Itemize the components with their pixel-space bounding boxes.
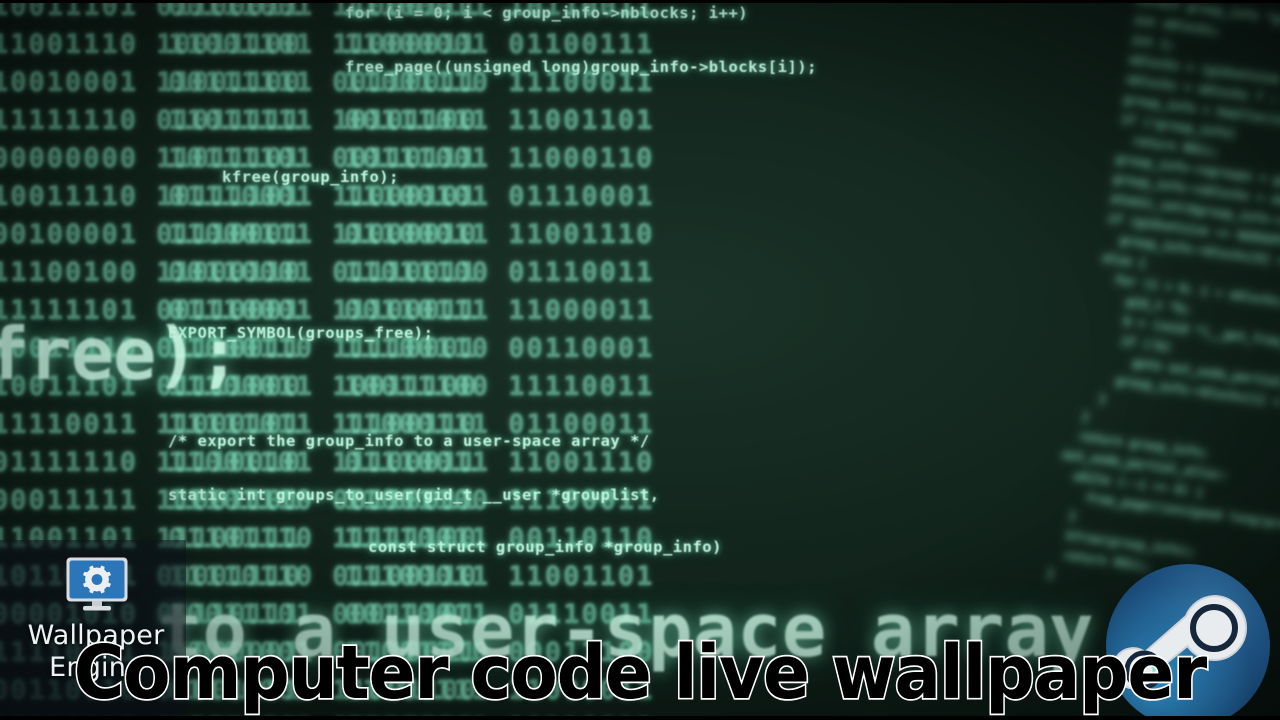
code-line: for (i = 0; i < group_info->nblocks; i++…: [345, 4, 749, 22]
letterbox-bar-top: [0, 0, 1280, 3]
code-line: const struct group_info *group_info): [368, 538, 722, 556]
monitor-gear-icon: [64, 556, 130, 612]
code-line: /* export the group_info to a user-space…: [168, 432, 650, 450]
code-line: kfree(group_info);: [222, 168, 399, 186]
page-title: Computer code live wallpaper: [73, 630, 1208, 716]
video-frame: 10011101 01100011 11001110 10011100 1001…: [0, 0, 1280, 720]
code-line: static int groups_to_user(gid_t __user *…: [168, 486, 660, 504]
letterbox-bar-bottom: [0, 716, 1280, 720]
ghost-text-free: free);: [0, 312, 241, 396]
code-line: free_page((unsigned long)group_info->blo…: [345, 58, 817, 76]
